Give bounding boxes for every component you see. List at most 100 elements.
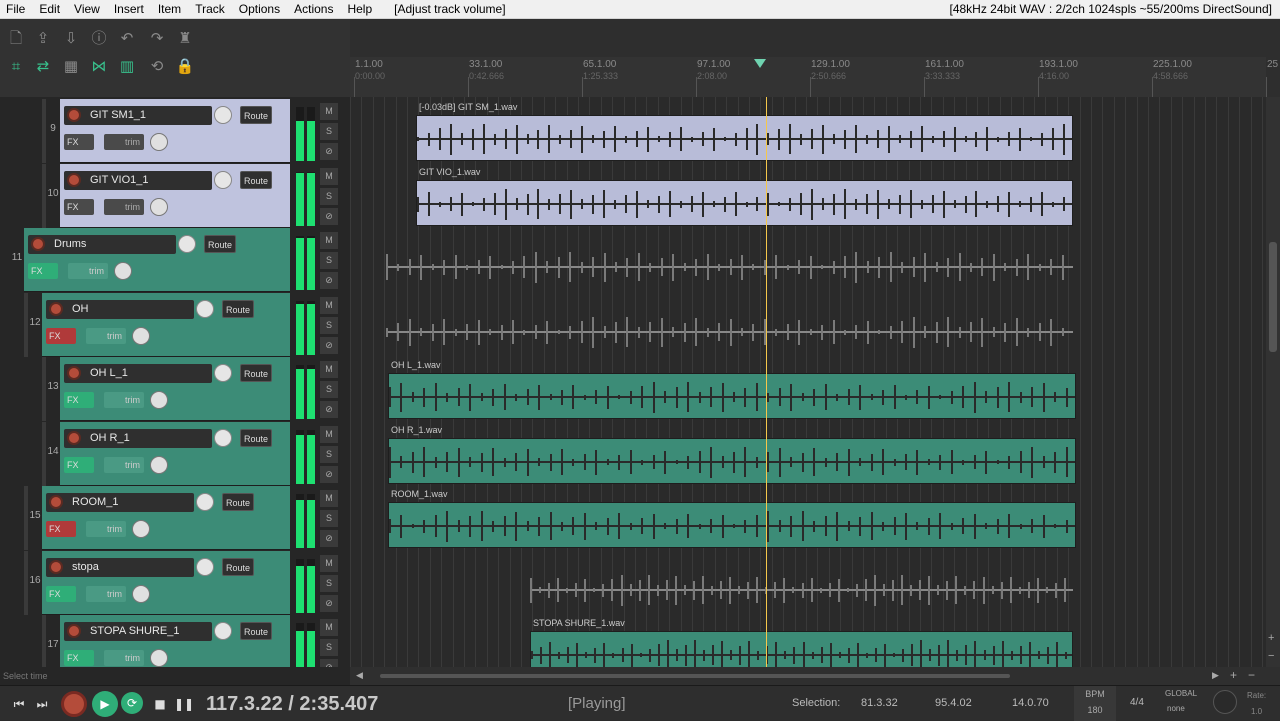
arrange-view[interactable]: [-0.03dB] GIT SM_1.wav GIT VIO_1.wav OH L_…	[350, 97, 1266, 667]
record-arm-button[interactable]	[67, 624, 81, 638]
trim-button[interactable]: trim	[68, 263, 108, 279]
vertical-scroll-thumb[interactable]	[1269, 242, 1277, 352]
save-project-icon[interactable]: ⇩	[59, 27, 83, 49]
media-item[interactable]: STOPA SHURE_1.wav	[530, 618, 1073, 667]
record-arm-button[interactable]	[49, 302, 63, 316]
record-arm-button[interactable]	[31, 237, 45, 251]
global-automation-value[interactable]: none	[1167, 704, 1185, 713]
media-item[interactable]	[386, 309, 1073, 355]
lock-icon[interactable]: 🔒	[173, 55, 197, 77]
mute-button[interactable]: M	[320, 619, 338, 636]
volume-knob[interactable]	[196, 558, 214, 576]
envelope-lock-icon[interactable]: ▥	[115, 55, 139, 77]
pan-knob[interactable]	[132, 585, 150, 603]
mute-button[interactable]: M	[320, 168, 338, 185]
metronome-icon[interactable]: ♜	[173, 27, 197, 49]
track-row[interactable]: 14 OH R_1 Route FX trim	[47, 422, 290, 486]
open-project-icon[interactable]: ⇪	[31, 27, 55, 49]
trim-button[interactable]: trim	[86, 521, 126, 537]
volume-knob[interactable]	[214, 171, 232, 189]
auto-crossfade-icon[interactable]: ⋈	[87, 55, 111, 77]
track-name[interactable]: stopa	[46, 558, 194, 577]
h-zoom-in-icon[interactable]: +	[1230, 668, 1237, 682]
pan-knob[interactable]	[132, 327, 150, 345]
record-arm-button[interactable]	[49, 495, 63, 509]
phase-invert-icon[interactable]: ⊘	[320, 208, 338, 225]
volume-knob[interactable]	[214, 429, 232, 447]
trim-button[interactable]: trim	[104, 199, 144, 215]
phase-invert-icon[interactable]: ⊘	[320, 595, 338, 612]
new-project-icon[interactable]: 🗋	[4, 27, 28, 49]
menu-help[interactable]: Help	[340, 0, 379, 19]
media-item[interactable]	[386, 244, 1073, 290]
selection-start[interactable]: 81.3.32	[861, 697, 898, 709]
phase-invert-icon[interactable]: ⊘	[320, 401, 338, 418]
route-button[interactable]: Route	[240, 106, 272, 124]
route-button[interactable]: Route	[240, 171, 272, 189]
route-button[interactable]: Route	[240, 364, 272, 382]
mute-button[interactable]: M	[320, 426, 338, 443]
fx-button[interactable]: FX	[46, 586, 76, 602]
menu-actions[interactable]: Actions	[287, 0, 340, 19]
solo-button[interactable]: S	[320, 639, 338, 656]
project-settings-icon[interactable]: ⓘ	[87, 27, 111, 49]
playrate-knob[interactable]	[1213, 690, 1237, 714]
solo-button[interactable]: S	[320, 575, 338, 592]
media-item[interactable]: OH L_1.wav	[388, 360, 1076, 419]
menu-insert[interactable]: Insert	[107, 0, 151, 19]
undo-icon[interactable]: ↶	[115, 27, 139, 49]
phase-invert-icon[interactable]: ⊘	[320, 337, 338, 354]
zoom-in-icon[interactable]: +	[1268, 632, 1274, 644]
media-item[interactable]: GIT VIO_1.wav	[416, 167, 1073, 226]
track-row[interactable]: 17 STOPA SHURE_1 Route FX trim	[47, 615, 290, 667]
playhead-marker-icon[interactable]	[754, 59, 766, 68]
repeat-toggle-icon[interactable]: ⟳	[121, 692, 143, 714]
loop-points-icon[interactable]: ⟲	[145, 55, 169, 77]
trim-button[interactable]: trim	[86, 586, 126, 602]
phase-invert-icon[interactable]: ⊘	[320, 530, 338, 547]
solo-button[interactable]: S	[320, 123, 338, 140]
h-zoom-out-icon[interactable]: −	[1248, 668, 1255, 682]
fx-button[interactable]: FX	[64, 457, 94, 473]
redo-icon[interactable]: ↷	[145, 27, 169, 49]
track-row[interactable]: 13 OH L_1 Route FX trim	[47, 357, 290, 421]
menu-file[interactable]: File	[0, 0, 32, 19]
selection-length[interactable]: 14.0.70	[1012, 697, 1049, 709]
horizontal-scroll-thumb[interactable]	[380, 674, 1010, 678]
record-arm-button[interactable]	[67, 173, 81, 187]
route-button[interactable]: Route	[240, 429, 272, 447]
route-button[interactable]: Route	[222, 300, 254, 318]
volume-knob[interactable]	[214, 364, 232, 382]
pan-knob[interactable]	[150, 391, 168, 409]
fx-button[interactable]: FX	[28, 263, 58, 279]
vertical-scrollbar[interactable]: + −	[1266, 97, 1280, 667]
solo-button[interactable]: S	[320, 252, 338, 269]
track-name[interactable]: GIT VIO1_1	[64, 171, 212, 190]
record-button[interactable]	[61, 691, 87, 717]
route-button[interactable]: Route	[204, 235, 236, 253]
time-signature[interactable]: 4/4	[1130, 697, 1144, 708]
playhead[interactable]	[766, 97, 767, 667]
route-button[interactable]: Route	[222, 493, 254, 511]
ripple-edit-icon[interactable]: ⇄	[31, 55, 55, 77]
grid-snap-icon[interactable]: ⌗	[4, 55, 28, 77]
menu-edit[interactable]: Edit	[32, 0, 67, 19]
record-arm-button[interactable]	[49, 560, 63, 574]
solo-button[interactable]: S	[320, 317, 338, 334]
media-item[interactable]	[530, 567, 1073, 613]
zoom-out-icon[interactable]: −	[1268, 650, 1274, 662]
trim-button[interactable]: trim	[104, 457, 144, 473]
go-to-end-icon[interactable]: ⏭	[31, 694, 53, 714]
track-name[interactable]: GIT SM1_1	[64, 106, 212, 125]
stop-button[interactable]: ■	[149, 694, 171, 714]
phase-invert-icon[interactable]: ⊘	[320, 143, 338, 160]
fx-button[interactable]: FX	[64, 650, 94, 666]
track-row[interactable]: 11 Drums Route FX trim	[12, 228, 290, 292]
horizontal-scrollbar[interactable]: ◀ ▶ + −	[350, 667, 1280, 685]
position-display[interactable]: 117.3.22 / 2:35.407	[206, 693, 378, 716]
timeline-ruler[interactable]: 1.1.00 0:00.00 33.1.00 0:42.666 65.1.00 1:25.…	[350, 19, 1280, 107]
fx-button[interactable]: FX	[64, 134, 94, 150]
media-item[interactable]: ROOM_1.wav	[388, 489, 1076, 548]
menu-track[interactable]: Track	[188, 0, 232, 19]
mute-button[interactable]: M	[320, 297, 338, 314]
